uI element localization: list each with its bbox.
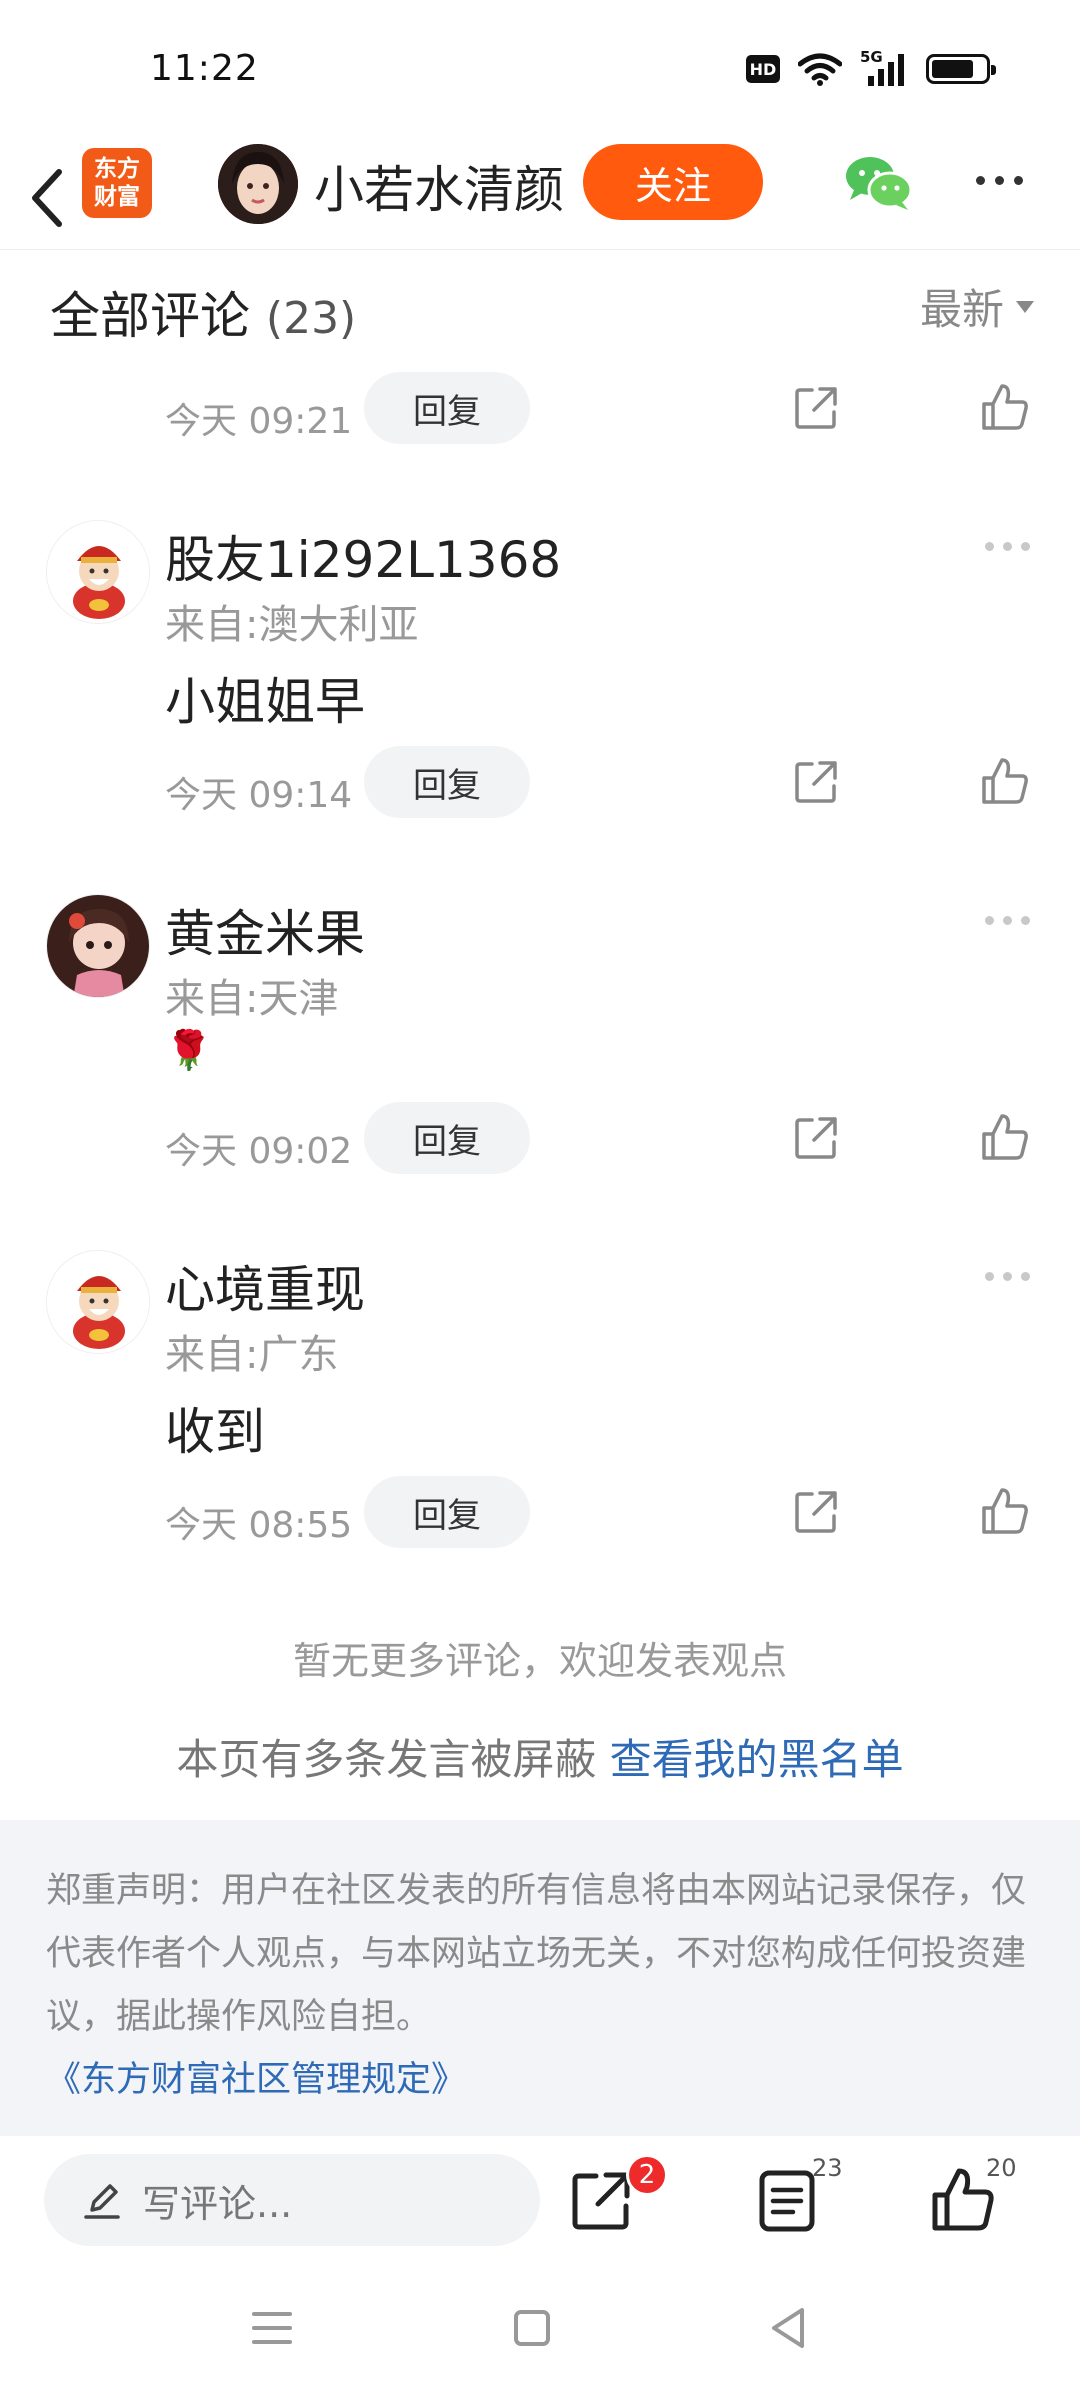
reply-button[interactable]: 回复 xyxy=(364,746,530,818)
app-logo[interactable]: 东方 财富 xyxy=(82,148,152,218)
comment-time: 今天 09:14 xyxy=(165,775,353,816)
comment-username[interactable]: 股友1i292L1368 xyxy=(165,520,561,592)
no-more-comments-text: 暂无更多评论，欢迎发表观点 xyxy=(292,1639,787,1683)
comment-text: 收到 xyxy=(165,1403,265,1461)
sort-dropdown[interactable]: 最新 xyxy=(920,276,1034,337)
more-options-button[interactable] xyxy=(976,176,1023,185)
comment-time: 今天 09:02 xyxy=(165,1131,353,1172)
back-button[interactable] xyxy=(22,168,72,228)
comments-title: 全部评论 (23) xyxy=(50,287,357,345)
reply-button[interactable]: 回复 xyxy=(364,1476,530,1548)
top-nav-bar: 东方 财富 小若水清颜 关注 xyxy=(0,140,1080,250)
thumbs-up-icon[interactable] xyxy=(980,1112,1030,1162)
user-avatar[interactable] xyxy=(46,520,150,624)
share-icon[interactable] xyxy=(792,1114,840,1162)
follow-button[interactable]: 关注 xyxy=(583,144,763,220)
cellular-signal-icon: 5G xyxy=(860,48,908,86)
share-icon[interactable] xyxy=(568,2168,634,2234)
share-icon[interactable] xyxy=(792,758,840,806)
comment-location: 来自:广东 xyxy=(165,1332,339,1378)
chevron-left-icon xyxy=(32,169,62,227)
menu-icon[interactable] xyxy=(252,2310,292,2346)
back-triangle-icon[interactable] xyxy=(768,2306,808,2350)
thumbs-up-icon[interactable] xyxy=(980,756,1030,806)
view-blacklist-link[interactable]: 查看我的黑名单 xyxy=(610,1735,904,1784)
system-nav-bar xyxy=(0,2266,1080,2400)
caret-down-icon xyxy=(1016,300,1034,313)
comment-more-button[interactable] xyxy=(985,916,1030,925)
bottom-action-bar: 写评论... 2 23 20 xyxy=(0,2136,1080,2266)
status-icons: HD 5G xyxy=(746,48,996,86)
comment-more-button[interactable] xyxy=(985,1272,1030,1281)
comment-more-button[interactable] xyxy=(985,542,1030,551)
community-rules-link[interactable]: 《东方财富社区管理规定》 xyxy=(46,2049,1034,2112)
user-avatar[interactable] xyxy=(46,894,150,998)
wifi-icon xyxy=(798,53,842,86)
share-count-badge: 2 xyxy=(626,2154,668,2196)
status-time: 11:22 xyxy=(150,48,259,89)
comments-count: (23) xyxy=(265,293,357,344)
disclaimer-panel: 郑重声明：用户在社区发表的所有信息将由本网站记录保存，仅代表作者个人观点，与本网… xyxy=(0,1820,1080,2136)
status-bar: 11:22 HD 5G xyxy=(0,0,1080,140)
comment-username[interactable]: 黄金米果 xyxy=(165,894,365,966)
user-avatar[interactable] xyxy=(46,1250,150,1354)
like-count: 20 xyxy=(986,2154,1017,2182)
comment-text: 小姐姐早 xyxy=(165,673,365,731)
comment-location: 来自:天津 xyxy=(165,976,339,1022)
home-button[interactable] xyxy=(514,2310,550,2346)
wechat-icon xyxy=(846,157,913,210)
share-icon[interactable] xyxy=(792,384,840,432)
pencil-icon xyxy=(84,2184,120,2219)
author-avatar[interactable] xyxy=(218,144,298,224)
blocked-notice: 本页有多条发言被屏蔽 查看我的黑名单 xyxy=(0,1726,1080,1787)
hd-icon: HD xyxy=(746,55,780,83)
share-icon[interactable] xyxy=(792,1488,840,1536)
comment-input-placeholder: 写评论... xyxy=(142,2181,293,2226)
comment-location: 来自:澳大利亚 xyxy=(165,602,419,648)
blocked-text: 本页有多条发言被屏蔽 xyxy=(176,1735,610,1784)
disclaimer-text: 郑重声明：用户在社区发表的所有信息将由本网站记录保存，仅代表作者个人观点，与本网… xyxy=(46,1871,1027,2037)
author-name[interactable]: 小若水清颜 xyxy=(314,150,564,222)
comment-count: 23 xyxy=(812,2154,843,2182)
reply-button[interactable]: 回复 xyxy=(364,372,530,444)
comment-time: 今天 09:21 xyxy=(165,401,353,442)
comment-list-icon[interactable] xyxy=(756,2168,820,2234)
comment-text: 🌹 xyxy=(165,1028,213,1072)
wechat-share-button[interactable] xyxy=(844,152,914,212)
battery-icon xyxy=(926,54,996,84)
comment-input[interactable]: 写评论... xyxy=(44,2154,540,2246)
comment-time: 今天 08:55 xyxy=(165,1505,353,1546)
comment-username[interactable]: 心境重现 xyxy=(165,1250,365,1322)
reply-button[interactable]: 回复 xyxy=(364,1102,530,1174)
thumbs-up-icon[interactable] xyxy=(980,1486,1030,1536)
thumbs-up-icon[interactable] xyxy=(980,382,1030,432)
